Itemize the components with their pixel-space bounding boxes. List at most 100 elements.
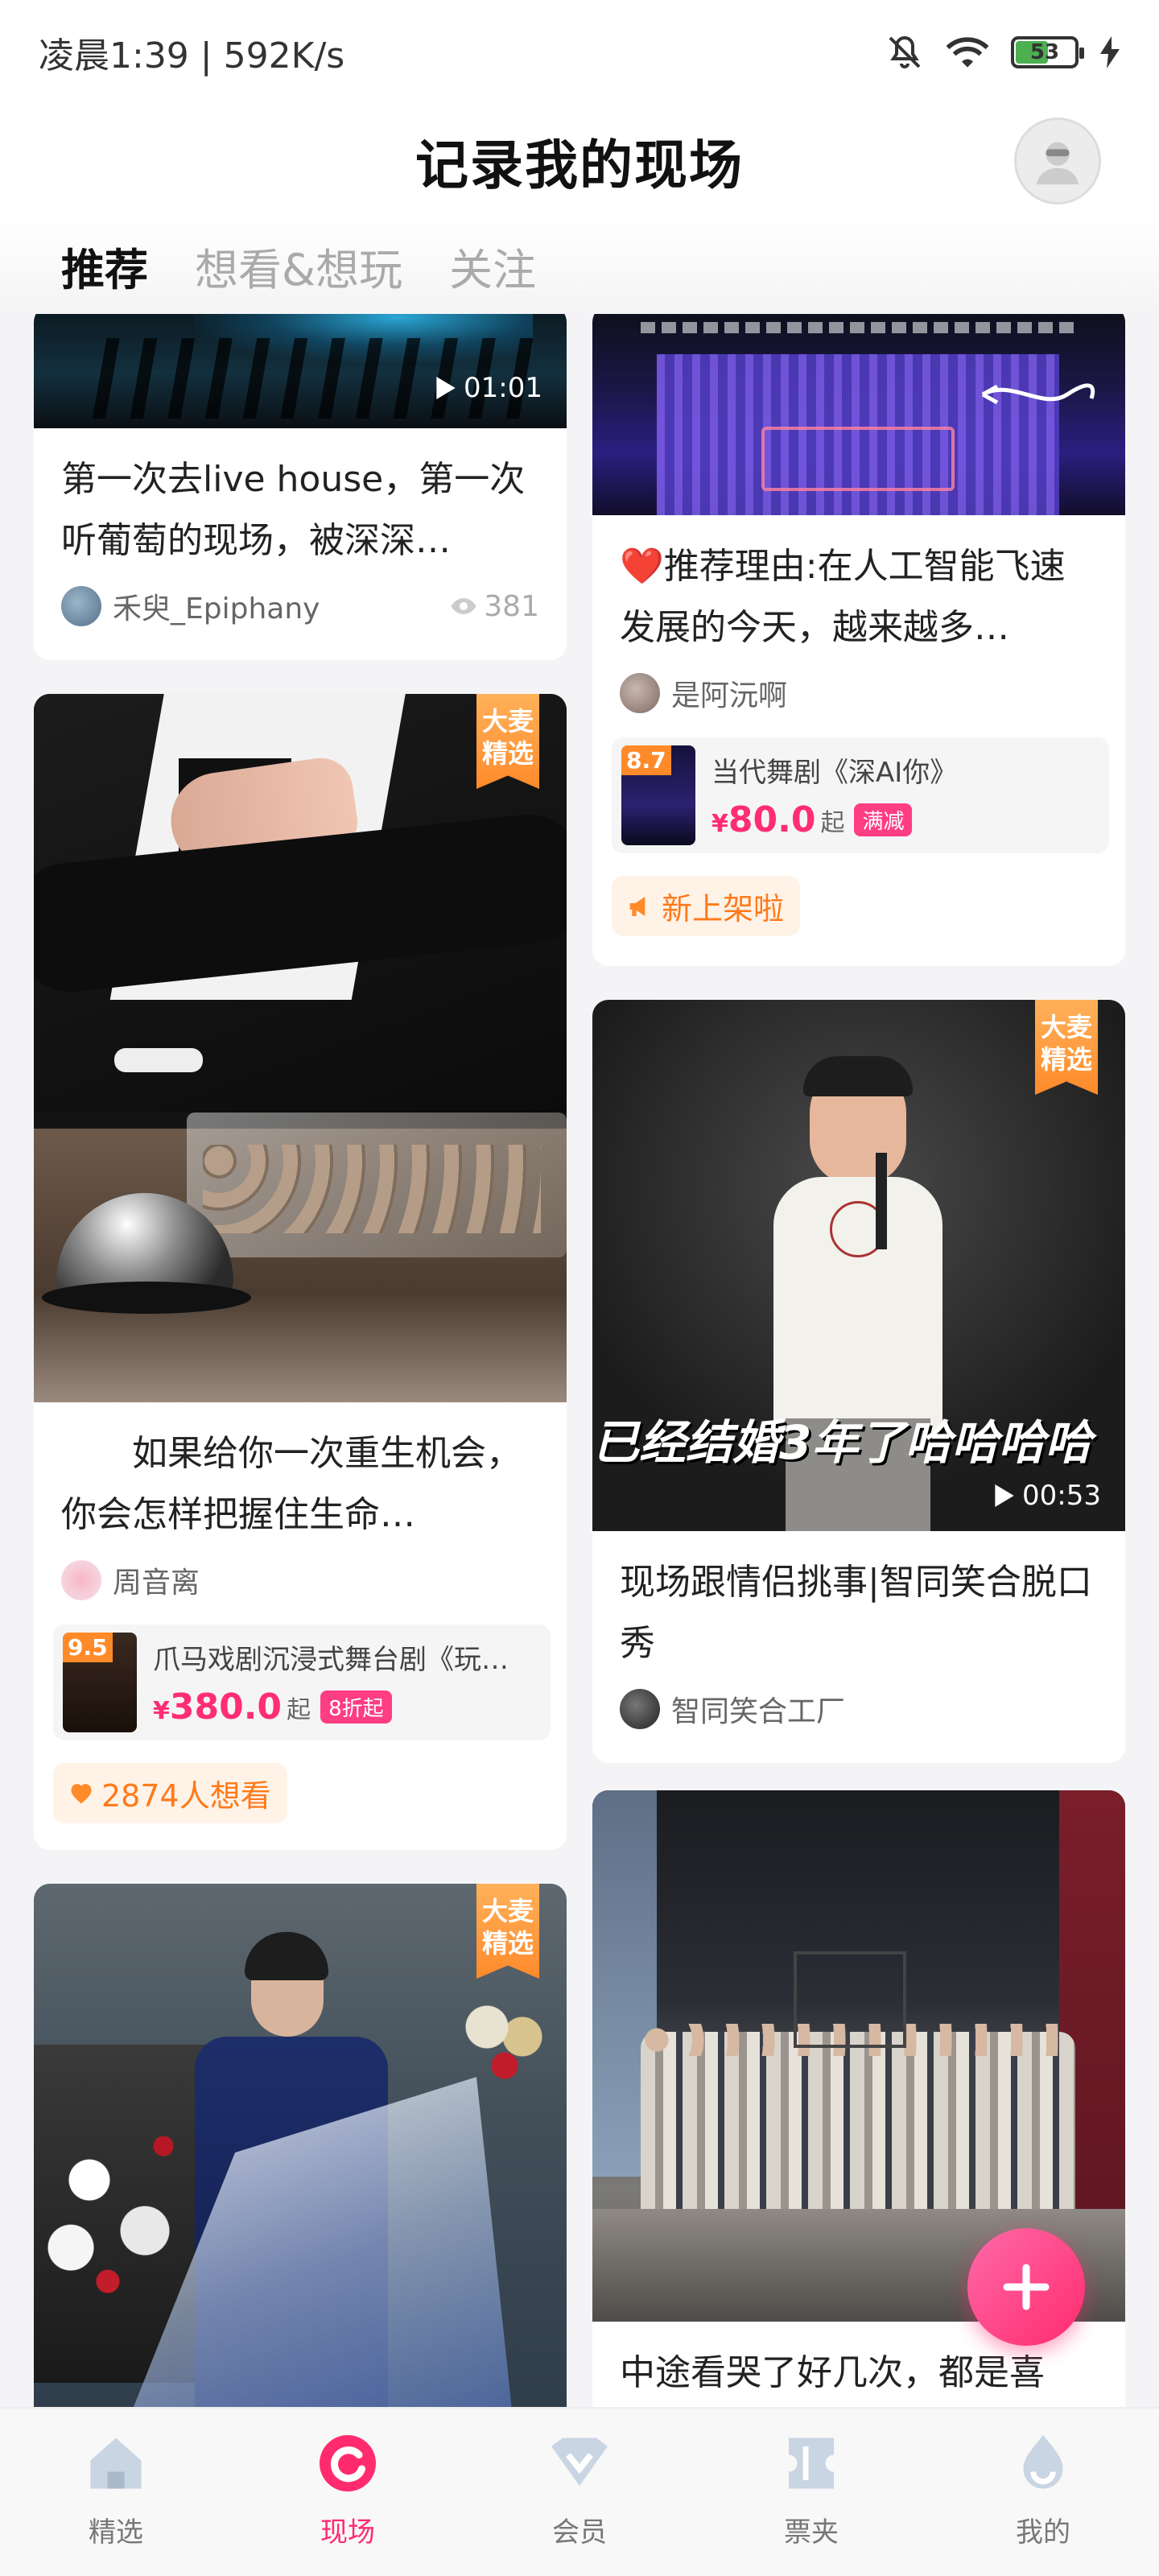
card-cover-image: 大麦 精选 — [34, 1884, 567, 2407]
nav-item-vip[interactable]: 会员 — [464, 2409, 695, 2576]
ticket-poster: 8.7 — [621, 745, 695, 845]
feed-card[interactable]: 大麦 精选 — [34, 1884, 567, 2407]
price-suffix: 起 — [820, 808, 845, 837]
author-avatar — [61, 1560, 101, 1600]
nav-item-featured[interactable]: 精选 — [0, 2409, 232, 2576]
price-suffix: 起 — [287, 1695, 311, 1724]
card-title: 现场跟情侣挑事|智同笑合脱口秀 — [620, 1562, 1092, 1664]
video-duration: 00:53 — [995, 1480, 1101, 1512]
want-to-see-chip: 2874人想看 — [53, 1763, 287, 1823]
damai-pick-badge: 大麦 精选 — [476, 1884, 539, 1979]
nav-label: 现场 — [320, 2516, 375, 2549]
nav-label: 我的 — [1016, 2516, 1070, 2549]
nav-label: 精选 — [89, 2516, 143, 2549]
ticket-poster: 9.5 — [63, 1633, 137, 1732]
video-duration: 01:01 — [436, 372, 542, 404]
view-count: 381 — [450, 590, 539, 623]
card-cover-image: 大麦 精选 — [34, 694, 567, 1402]
price-symbol: ¥ — [153, 1697, 170, 1725]
want-to-see-count: 2874人想看 — [101, 1778, 271, 1814]
nav-label: 会员 — [552, 2516, 607, 2549]
nav-label: 票夹 — [784, 2516, 839, 2549]
discount-tag: 满减 — [854, 803, 913, 836]
card-author: 是阿沅啊 — [592, 658, 1125, 715]
ticket-price: ¥80.0 — [711, 799, 815, 840]
bottom-nav: 精选 现场 会员 票夹 我的 — [0, 2407, 1159, 2576]
user-avatar[interactable] — [1014, 118, 1101, 204]
feed-card[interactable]: 大麦 精选 如果给你一次重生机会，你会怎样把握住生命… 周音离 9.5 爪马戏剧… — [34, 694, 567, 1850]
author-avatar — [620, 1689, 660, 1729]
card-cover-image: 01:01 — [34, 314, 567, 428]
price-value: 380.0 — [169, 1686, 283, 1728]
page-header: 记录我的现场 — [0, 105, 1159, 217]
ticket-score: 9.5 — [63, 1633, 113, 1662]
badge-line-2: 精选 — [481, 738, 534, 769]
nav-item-tickets[interactable]: 票夹 — [695, 2409, 927, 2576]
ticket-name: 当代舞剧《深AI你》 — [711, 757, 958, 789]
ticket-card[interactable]: 8.7 当代舞剧《深AI你》 ¥80.0 起 满减 — [612, 737, 1109, 853]
view-count-text: 381 — [484, 589, 539, 623]
live-icon — [320, 2435, 376, 2491]
feed-card[interactable]: 01:01 第一次去live house，第一次听葡萄的现场，被深深… 禾臾_E… — [34, 314, 567, 660]
mute-icon — [889, 35, 921, 68]
ticket-price: ¥380.0 — [153, 1686, 282, 1728]
feed: 01:01 第一次去live house，第一次听葡萄的现场，被深深… 禾臾_E… — [0, 314, 1159, 2407]
ticket-icon — [789, 2438, 834, 2489]
nav-item-profile[interactable]: 我的 — [927, 2409, 1159, 2576]
ticket-name: 爪马戏剧沉浸式舞台剧《玩… — [153, 1644, 509, 1676]
plus-icon — [1003, 2264, 1050, 2310]
damai-pick-badge: 大麦 精选 — [476, 694, 539, 789]
play-icon — [436, 377, 456, 399]
feed-tabs: 推荐 想看&想玩 关注 — [0, 217, 1159, 314]
tab-want-to-see[interactable]: 想看&想玩 — [195, 234, 402, 298]
ticket-card[interactable]: 9.5 爪马戏剧沉浸式舞台剧《玩… ¥380.0 起 8折起 — [53, 1624, 551, 1740]
price-symbol: ¥ — [711, 810, 728, 838]
eye-icon — [451, 598, 476, 614]
badge-line-1: 大麦 — [1040, 1012, 1092, 1042]
ticket-score: 8.7 — [621, 745, 671, 775]
author-name: 周音离 — [113, 1567, 200, 1600]
card-cover-image — [592, 314, 1125, 515]
vip-icon — [551, 2438, 608, 2486]
home-icon — [90, 2438, 142, 2489]
charging-icon — [1100, 36, 1120, 68]
card-title: 如果给你一次重生机会，你会怎样把握住生命… — [61, 1433, 522, 1535]
duration-text: 01:01 — [464, 372, 542, 404]
author-name: 是阿沅啊 — [671, 679, 788, 712]
tab-following[interactable]: 关注 — [449, 234, 536, 298]
new-listing-text: 新上架啦 — [662, 891, 785, 927]
author-name: 智同笑合工厂 — [671, 1695, 846, 1728]
author-avatar — [620, 673, 660, 713]
feed-card[interactable]: 已经结婚3年了哈哈哈哈 大麦 精选 00:53 现场跟情侣挑事|智同笑合脱口秀 … — [592, 1000, 1125, 1763]
card-title: ❤️推荐理由:在人工智能飞速发展的今天，越来越多… — [620, 546, 1066, 648]
battery-level: 53 — [1029, 40, 1060, 64]
heart-icon — [71, 1783, 92, 1803]
feed-card[interactable]: ❤️推荐理由:在人工智能飞速发展的今天，越来越多… 是阿沅啊 8.7 当代舞剧《… — [592, 314, 1125, 966]
battery-icon: 53 — [1011, 36, 1084, 68]
status-time-speed: 凌晨1:39 | 592K/s — [39, 35, 345, 76]
card-author: 周音离 — [34, 1546, 567, 1602]
badge-line-2: 精选 — [481, 1928, 534, 1959]
author-avatar — [61, 586, 101, 626]
play-icon — [995, 1484, 1014, 1507]
avatar-icon — [1036, 142, 1079, 185]
video-caption-overlay: 已经结婚3年了哈哈哈哈 — [592, 1415, 1092, 1470]
profile-icon — [1023, 2435, 1063, 2489]
wifi-icon — [946, 37, 989, 68]
badge-line-2: 精选 — [1040, 1044, 1092, 1075]
card-cover-image: 已经结婚3年了哈哈哈哈 大麦 精选 00:53 — [592, 1000, 1125, 1531]
tab-recommend[interactable]: 推荐 — [56, 234, 153, 306]
status-bar: 凌晨1:39 | 592K/s 53 — [0, 0, 1159, 105]
status-icons: 53 — [885, 33, 1120, 72]
card-author: 禾臾_Epiphany 381 — [34, 572, 567, 628]
arrow-doodle-icon — [981, 383, 1095, 405]
new-listing-chip: 新上架啦 — [612, 876, 801, 936]
add-post-button[interactable] — [967, 2228, 1085, 2346]
author-name: 禾臾_Epiphany — [113, 592, 320, 625]
card-author: 智同笑合工厂 — [592, 1674, 1125, 1731]
nav-item-live[interactable]: 现场 — [232, 2409, 464, 2576]
card-title: 第一次去live house，第一次听葡萄的现场，被深深… — [61, 459, 526, 561]
badge-line-1: 大麦 — [481, 706, 534, 737]
megaphone-icon — [629, 896, 645, 916]
badge-line-1: 大麦 — [481, 1896, 534, 1926]
